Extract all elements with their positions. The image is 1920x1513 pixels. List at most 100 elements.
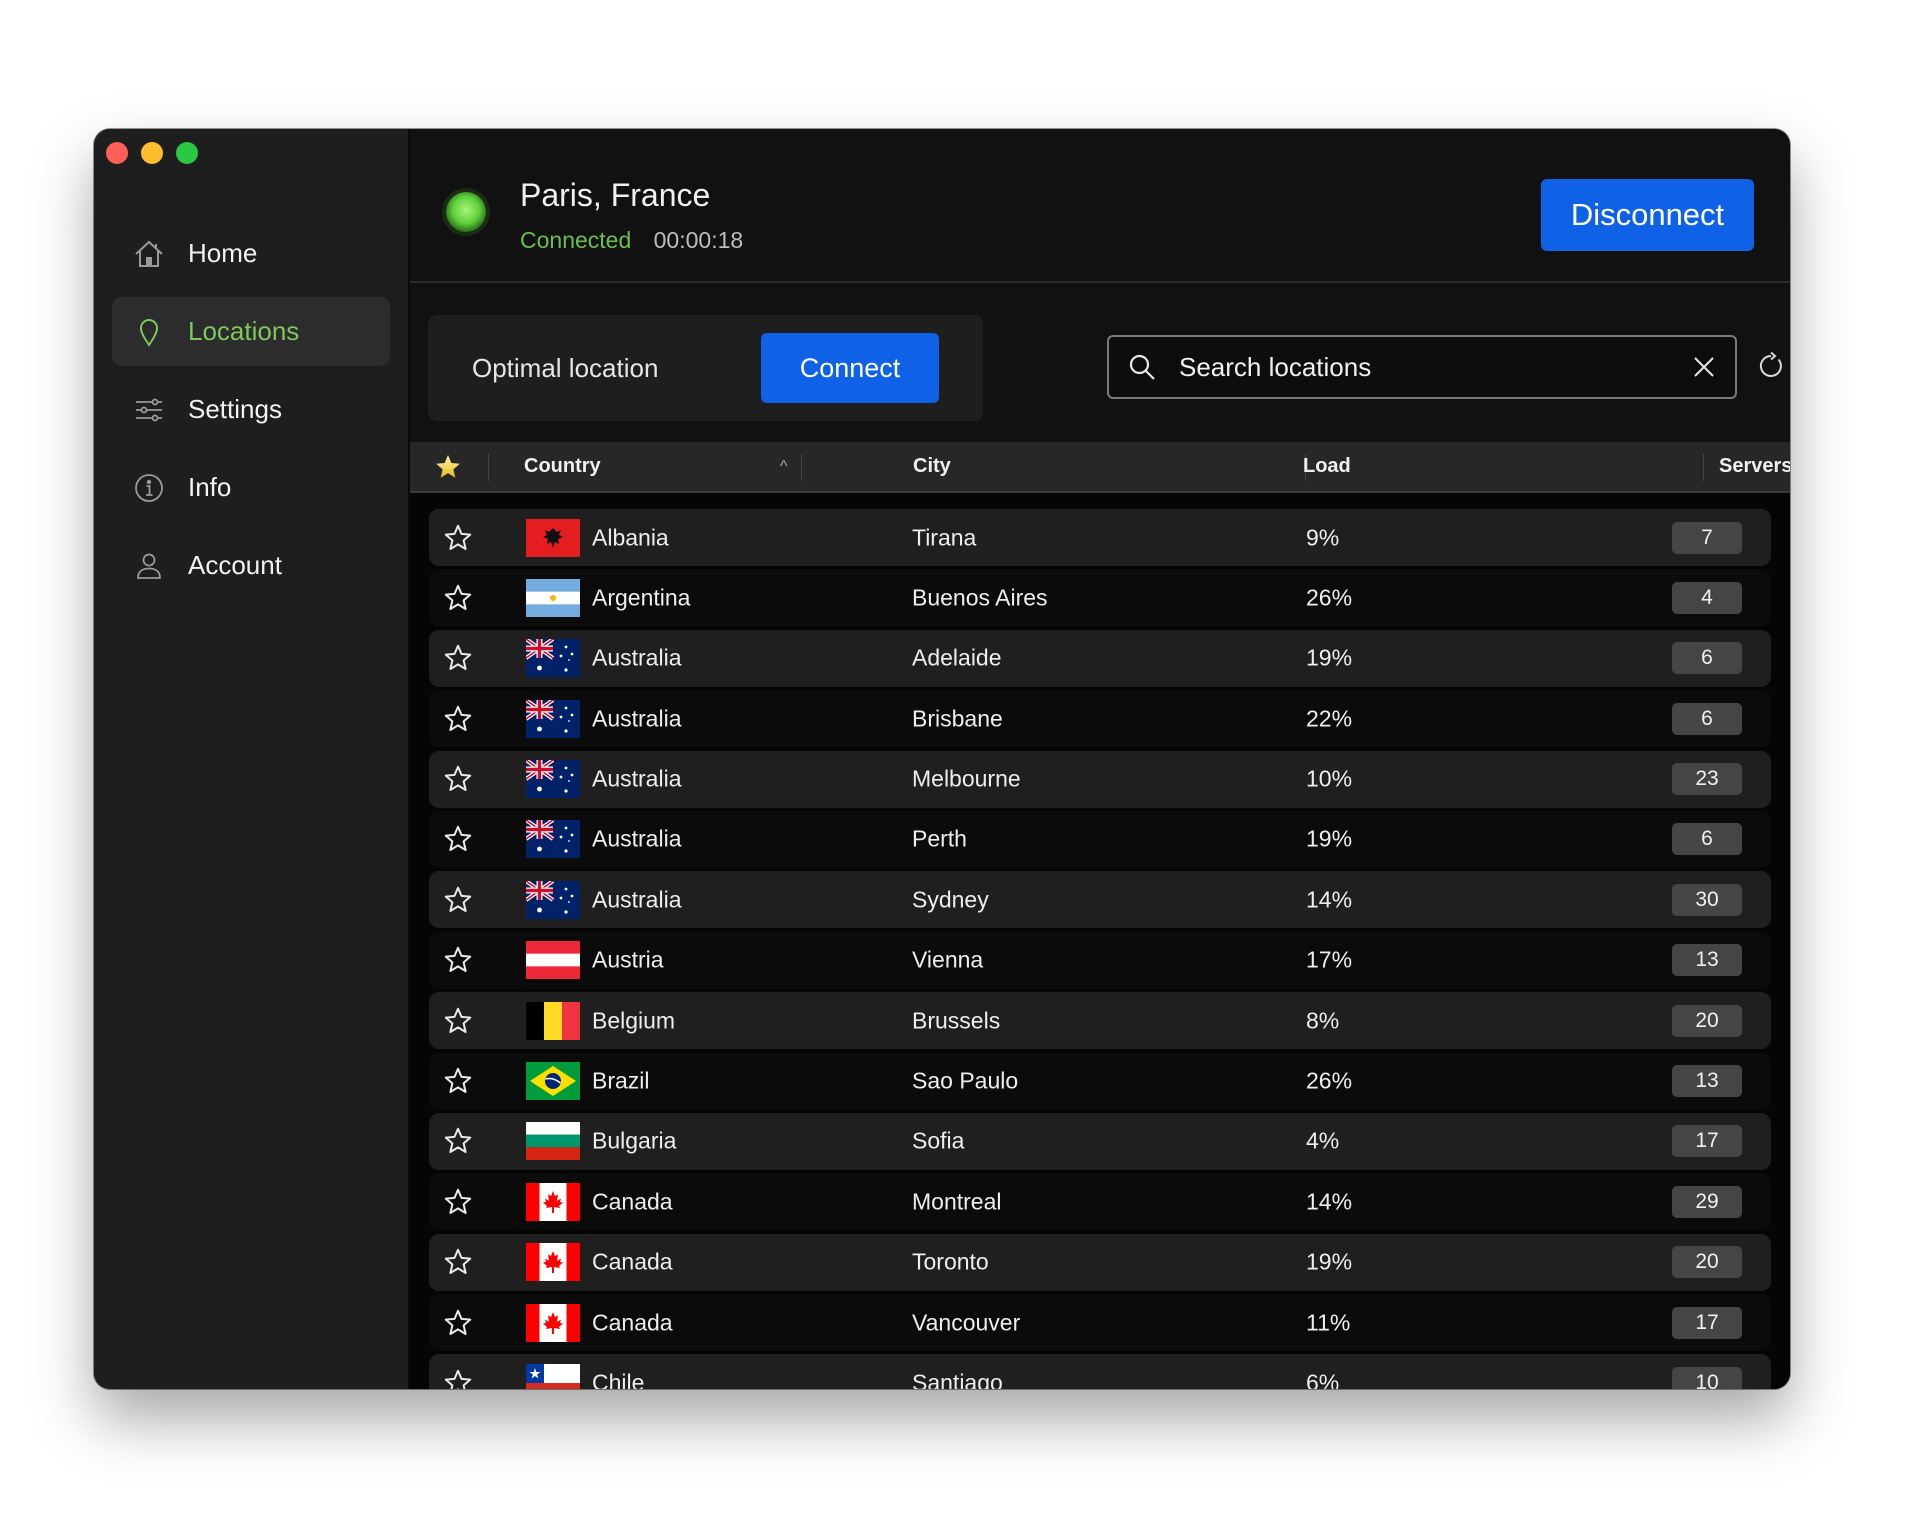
connection-timer: 00:00:18 bbox=[653, 227, 744, 253]
location-row[interactable]: Canada Montreal 14% 29 bbox=[429, 1173, 1771, 1231]
city-name: Sofia bbox=[912, 1127, 965, 1154]
city-name: Brisbane bbox=[912, 705, 1003, 732]
close-window-button[interactable] bbox=[106, 142, 128, 164]
server-load: 9% bbox=[1306, 524, 1340, 550]
connect-button[interactable]: Connect bbox=[761, 333, 939, 403]
server-load: 22% bbox=[1306, 705, 1353, 732]
star-outline-icon[interactable] bbox=[443, 1247, 473, 1277]
server-load: 26% bbox=[1306, 584, 1353, 611]
star-outline-icon[interactable] bbox=[443, 1126, 473, 1156]
favorite-column-header[interactable] bbox=[434, 442, 462, 491]
location-row[interactable]: Australia Brisbane 22% 6 bbox=[429, 690, 1771, 748]
star-outline-icon[interactable] bbox=[443, 1308, 473, 1338]
star-outline-icon[interactable] bbox=[443, 945, 473, 975]
sort-ascending-icon[interactable]: ^ bbox=[780, 442, 788, 491]
clear-search-icon[interactable] bbox=[1691, 354, 1717, 380]
location-row[interactable]: Austria Vienna 17% 13 bbox=[429, 931, 1771, 989]
country-name: Australia bbox=[592, 644, 682, 671]
sidebar-item-settings[interactable]: Settings bbox=[112, 375, 390, 444]
server-count-badge: 6 bbox=[1672, 823, 1742, 856]
map-pin-icon bbox=[132, 315, 166, 349]
optimal-location-card: Optimal location Connect bbox=[428, 315, 983, 421]
locations-list: Albania Tirana 9% 7 Argentina Buenos Air… bbox=[429, 509, 1771, 1389]
location-row[interactable]: Belgium Brussels 8% 20 bbox=[429, 992, 1771, 1050]
location-row[interactable]: Australia Perth 19% 6 bbox=[429, 810, 1771, 868]
servers-column-header[interactable]: Servers bbox=[1719, 442, 1790, 491]
star-outline-icon[interactable] bbox=[443, 1368, 473, 1389]
star-outline-icon[interactable] bbox=[443, 764, 473, 794]
server-load: 4% bbox=[1306, 1127, 1340, 1154]
server-count-badge: 17 bbox=[1672, 1125, 1742, 1158]
star-outline-icon[interactable] bbox=[443, 643, 473, 673]
optimal-location-label: Optimal location bbox=[472, 353, 659, 383]
column-divider bbox=[1703, 454, 1704, 481]
star-outline-icon[interactable] bbox=[443, 1187, 473, 1217]
server-count-badge: 13 bbox=[1672, 1065, 1742, 1098]
star-outline-icon[interactable] bbox=[443, 523, 473, 553]
location-row[interactable]: Australia Sydney 14% 30 bbox=[429, 871, 1771, 929]
city-column-header[interactable]: City bbox=[913, 442, 951, 491]
minimize-window-button[interactable] bbox=[141, 142, 163, 164]
server-count-badge: 4 bbox=[1672, 581, 1742, 614]
server-load: 19% bbox=[1306, 825, 1353, 852]
search-input[interactable] bbox=[1179, 351, 1691, 383]
flag-au-icon bbox=[526, 760, 580, 799]
maximize-window-button[interactable] bbox=[176, 142, 198, 164]
city-name: Perth bbox=[912, 825, 967, 852]
server-count-badge: 20 bbox=[1672, 1246, 1742, 1279]
column-divider bbox=[488, 454, 489, 481]
flag-au-icon bbox=[526, 880, 580, 919]
country-name: Austria bbox=[592, 946, 664, 973]
load-column-header[interactable]: Load bbox=[1303, 442, 1351, 491]
location-row[interactable]: Australia Melbourne 10% 23 bbox=[429, 750, 1771, 808]
location-row[interactable]: Bulgaria Sofia 4% 17 bbox=[429, 1112, 1771, 1170]
location-row[interactable]: Brazil Sao Paulo 26% 13 bbox=[429, 1052, 1771, 1110]
sidebar-item-label: Settings bbox=[188, 394, 282, 424]
star-outline-icon[interactable] bbox=[443, 1066, 473, 1096]
refresh-icon[interactable] bbox=[1756, 351, 1786, 381]
load-header-label: Load bbox=[1303, 455, 1351, 477]
location-row[interactable]: Argentina Buenos Aires 26% 4 bbox=[429, 569, 1771, 627]
disconnect-button[interactable]: Disconnect bbox=[1541, 179, 1754, 251]
location-row[interactable]: Canada Toronto 19% 20 bbox=[429, 1233, 1771, 1291]
star-outline-icon[interactable] bbox=[443, 824, 473, 854]
sidebar-item-label: Info bbox=[188, 472, 232, 502]
table-header: Country ^ City Load Servers bbox=[410, 442, 1790, 493]
star-outline-icon[interactable] bbox=[443, 583, 473, 613]
sidebar-item-locations[interactable]: Locations bbox=[112, 297, 390, 366]
window-controls bbox=[106, 142, 198, 164]
city-name: Melbourne bbox=[912, 765, 1021, 792]
location-row[interactable]: Canada Vancouver 11% 17 bbox=[429, 1294, 1771, 1352]
sidebar-item-info[interactable]: Info bbox=[112, 453, 390, 522]
flag-ca-icon bbox=[526, 1243, 580, 1282]
country-name: Australia bbox=[592, 825, 682, 852]
star-outline-icon[interactable] bbox=[443, 704, 473, 734]
country-name: Canada bbox=[592, 1188, 673, 1215]
star-outline-icon[interactable] bbox=[443, 1006, 473, 1036]
server-load: 14% bbox=[1306, 886, 1353, 913]
country-name: Australia bbox=[592, 765, 682, 792]
server-count-badge: 6 bbox=[1672, 642, 1742, 675]
location-row[interactable]: Chile Santiago 6% 10 bbox=[429, 1354, 1771, 1389]
column-divider bbox=[801, 454, 802, 481]
star-outline-icon[interactable] bbox=[443, 885, 473, 915]
country-column-header[interactable]: Country bbox=[524, 442, 601, 491]
city-name: Tirana bbox=[912, 524, 977, 550]
country-name: Albania bbox=[592, 524, 669, 550]
city-name: Vancouver bbox=[912, 1309, 1021, 1336]
sidebar-item-account[interactable]: Account bbox=[112, 531, 390, 600]
connection-status: Connected 00:00:18 bbox=[520, 227, 743, 254]
city-name: Sydney bbox=[912, 886, 989, 913]
sidebar-item-home[interactable]: Home bbox=[112, 219, 390, 288]
country-name: Australia bbox=[592, 886, 682, 913]
city-name: Montreal bbox=[912, 1188, 1002, 1215]
location-row[interactable]: Albania Tirana 9% 7 bbox=[429, 509, 1771, 566]
country-name: Bulgaria bbox=[592, 1127, 677, 1154]
flag-bg-icon bbox=[526, 1122, 580, 1161]
server-load: 10% bbox=[1306, 765, 1353, 792]
server-load: 19% bbox=[1306, 1248, 1353, 1275]
location-row[interactable]: Australia Adelaide 19% 6 bbox=[429, 629, 1771, 687]
home-icon bbox=[132, 237, 166, 271]
flag-au-icon bbox=[526, 820, 580, 859]
flag-au-icon bbox=[526, 699, 580, 738]
